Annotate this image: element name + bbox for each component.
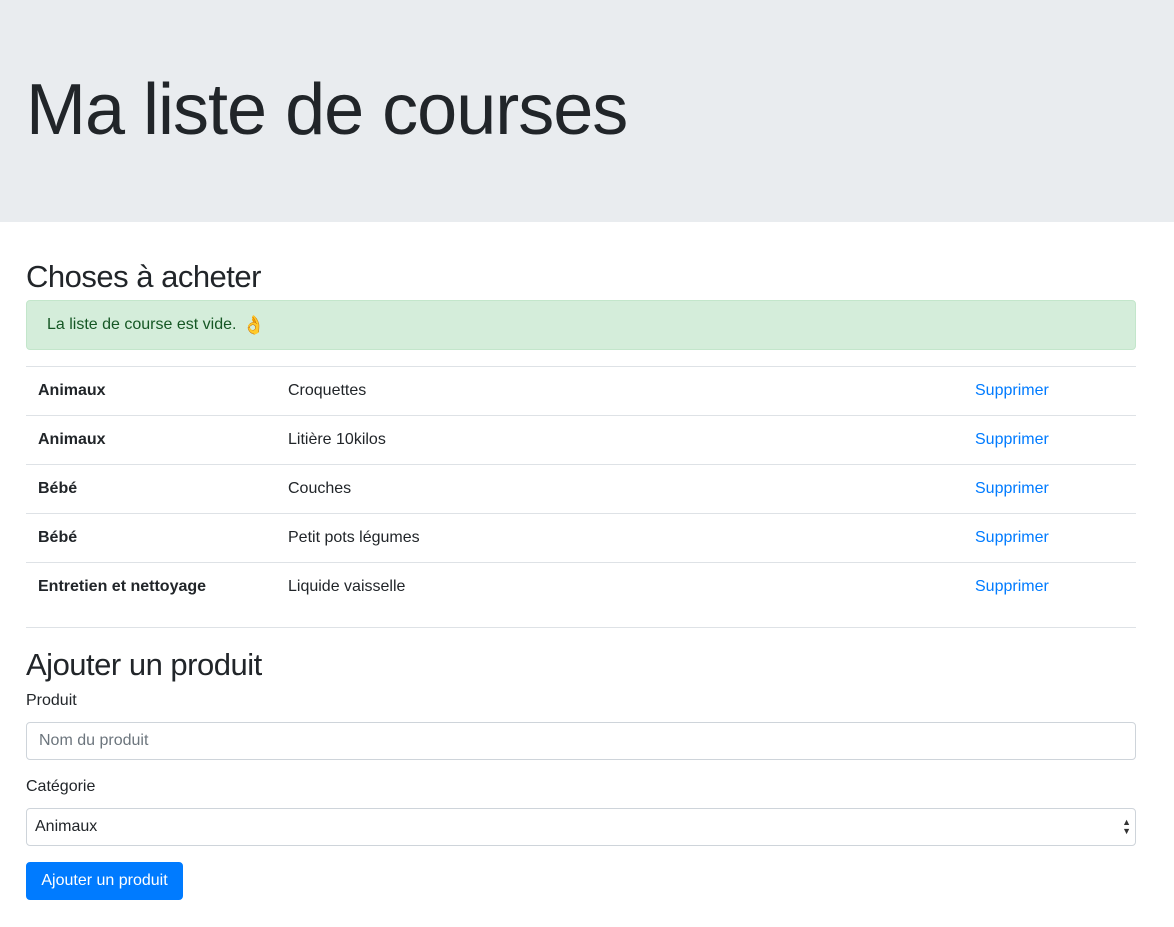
product-label: Produit <box>26 692 77 709</box>
page-title: Ma liste de courses <box>26 70 628 150</box>
shopping-list-title: Choses à acheter <box>26 259 261 294</box>
item-product: Couches <box>288 480 352 497</box>
item-category: Entretien et nettoyage <box>38 578 207 596</box>
category-select[interactable]: Animaux ▲ ▼ <box>26 808 1136 846</box>
ok-hand-icon: 👌 <box>242 314 265 335</box>
delete-link[interactable]: Supprimer <box>975 578 1049 595</box>
delete-link[interactable]: Supprimer <box>975 529 1049 546</box>
item-product: Croquettes <box>288 382 367 399</box>
delete-link[interactable]: Supprimer <box>975 382 1049 399</box>
item-product: Liquide vaisselle <box>288 578 406 596</box>
section-divider <box>26 627 1136 628</box>
table-row: Animaux Litière 10kilos Supprimer <box>26 415 1136 465</box>
add-product-title: Ajouter un produit <box>26 647 262 682</box>
header-jumbotron: Ma liste de courses <box>0 0 1174 222</box>
alert-text: La liste de course est vide. <box>47 316 237 333</box>
table-row: Entretien et nettoyage Liquide vaisselle… <box>26 562 1136 612</box>
item-category: Animaux <box>38 431 106 448</box>
delete-link[interactable]: Supprimer <box>975 431 1049 448</box>
select-arrows-icon: ▲ ▼ <box>1122 817 1131 836</box>
empty-list-alert: La liste de course est vide. 👌 <box>26 300 1136 350</box>
item-category: Animaux <box>38 382 106 399</box>
item-category: Bébé <box>38 480 78 497</box>
table-row: Bébé Petit pots légumes Supprimer <box>26 513 1136 563</box>
item-product: Petit pots légumes <box>288 529 420 546</box>
category-label: Catégorie <box>26 778 96 795</box>
table-row: Animaux Croquettes Supprimer <box>26 366 1136 416</box>
item-category: Bébé <box>38 529 78 546</box>
product-name-input[interactable] <box>26 722 1136 760</box>
add-product-button[interactable]: Ajouter un produit <box>26 862 183 900</box>
delete-link[interactable]: Supprimer <box>975 480 1049 497</box>
category-selected-value: Animaux <box>35 818 98 835</box>
table-row: Bébé Couches Supprimer <box>26 464 1136 514</box>
shopping-table: Animaux Croquettes Supprimer Animaux Lit… <box>26 366 1136 612</box>
item-product: Litière 10kilos <box>288 431 386 448</box>
